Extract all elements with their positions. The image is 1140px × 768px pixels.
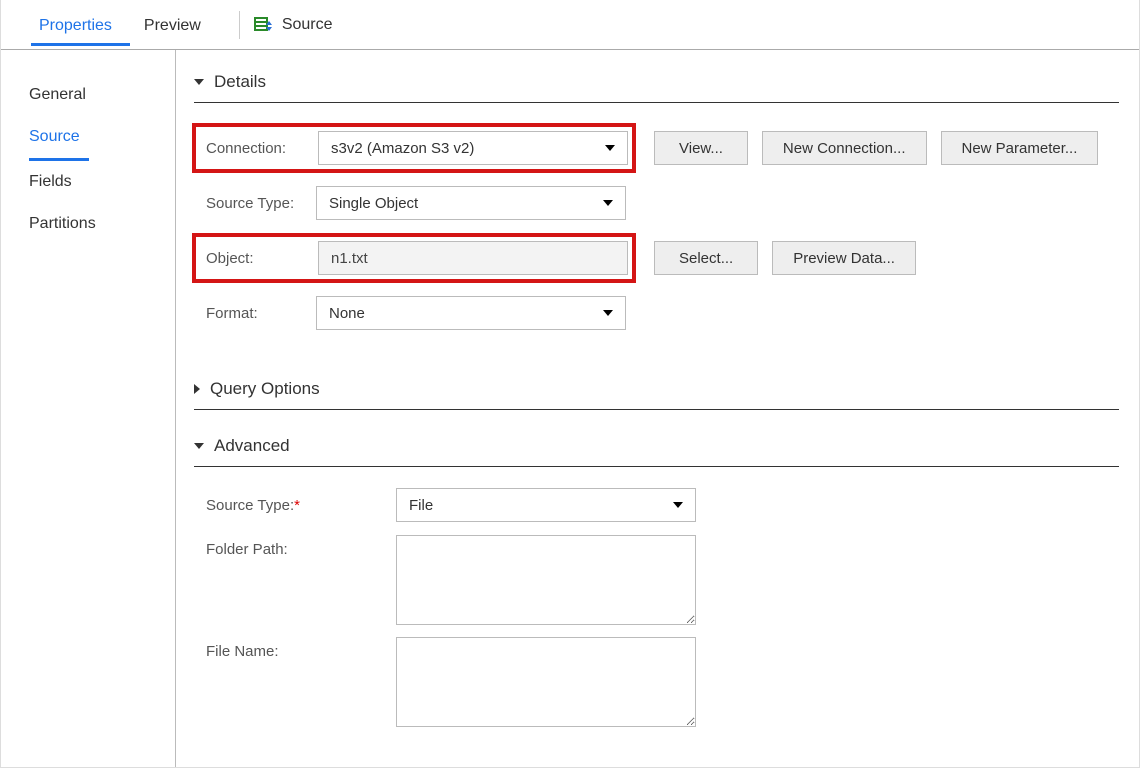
source-type-label: Source Type:: [206, 195, 316, 212]
sidebar-item-fields[interactable]: Fields: [29, 161, 89, 203]
section-advanced-title: Advanced: [214, 436, 290, 456]
section-query-options-header[interactable]: Query Options: [194, 371, 1119, 410]
source-type-select[interactable]: Single Object: [316, 186, 626, 220]
source-header: Source: [254, 16, 333, 34]
tab-preview[interactable]: Preview: [136, 5, 219, 45]
format-select[interactable]: None: [316, 296, 626, 330]
new-parameter-button[interactable]: New Parameter...: [941, 131, 1099, 165]
format-label: Format:: [206, 305, 316, 322]
required-indicator: *: [294, 497, 300, 514]
connection-label: Connection:: [206, 140, 318, 157]
properties-sidebar: General Source Fields Partitions: [1, 50, 175, 767]
object-field: n1.txt: [318, 241, 628, 275]
select-object-button[interactable]: Select...: [654, 241, 758, 275]
section-details-header[interactable]: Details: [194, 64, 1119, 103]
chevron-down-icon: [194, 79, 204, 85]
adv-source-type-label: Source Type:*: [206, 497, 396, 514]
connection-select[interactable]: s3v2 (Amazon S3 v2): [318, 131, 628, 165]
top-tab-bar: Properties Preview Source: [1, 0, 1139, 50]
sidebar-item-partitions[interactable]: Partitions: [29, 203, 104, 245]
format-value: None: [329, 305, 365, 322]
section-advanced-header[interactable]: Advanced: [194, 428, 1119, 467]
folder-path-input[interactable]: [396, 535, 696, 625]
file-name-input[interactable]: [396, 637, 696, 727]
section-details: Details Connection: s3v2 (Amazon S3 v2) …: [194, 64, 1119, 353]
connection-value: s3v2 (Amazon S3 v2): [331, 140, 474, 157]
preview-data-button[interactable]: Preview Data...: [772, 241, 916, 275]
tab-properties[interactable]: Properties: [31, 5, 130, 45]
source-header-label: Source: [282, 16, 333, 34]
new-connection-button[interactable]: New Connection...: [762, 131, 927, 165]
tab-separator: [239, 11, 240, 39]
view-button[interactable]: View...: [654, 131, 748, 165]
sidebar-item-source[interactable]: Source: [29, 116, 89, 161]
section-query-options: Query Options: [194, 371, 1119, 410]
connection-highlight: Connection: s3v2 (Amazon S3 v2): [192, 123, 636, 173]
file-name-label: File Name:: [206, 637, 396, 660]
section-advanced: Advanced Source Type:* File Folder Path:: [194, 428, 1119, 749]
source-table-icon: [254, 17, 272, 33]
main-panel: Details Connection: s3v2 (Amazon S3 v2) …: [175, 50, 1139, 767]
sidebar-item-general[interactable]: General: [29, 74, 89, 116]
section-details-title: Details: [214, 72, 266, 92]
chevron-right-icon: [194, 384, 200, 394]
chevron-down-icon: [194, 443, 204, 449]
object-value: n1.txt: [331, 250, 368, 267]
section-query-options-title: Query Options: [210, 379, 320, 399]
adv-source-type-value: File: [409, 497, 433, 514]
source-type-value: Single Object: [329, 195, 418, 212]
object-label: Object:: [206, 250, 318, 267]
folder-path-label: Folder Path:: [206, 535, 396, 558]
adv-source-type-select[interactable]: File: [396, 488, 696, 522]
object-highlight: Object: n1.txt: [192, 233, 636, 283]
